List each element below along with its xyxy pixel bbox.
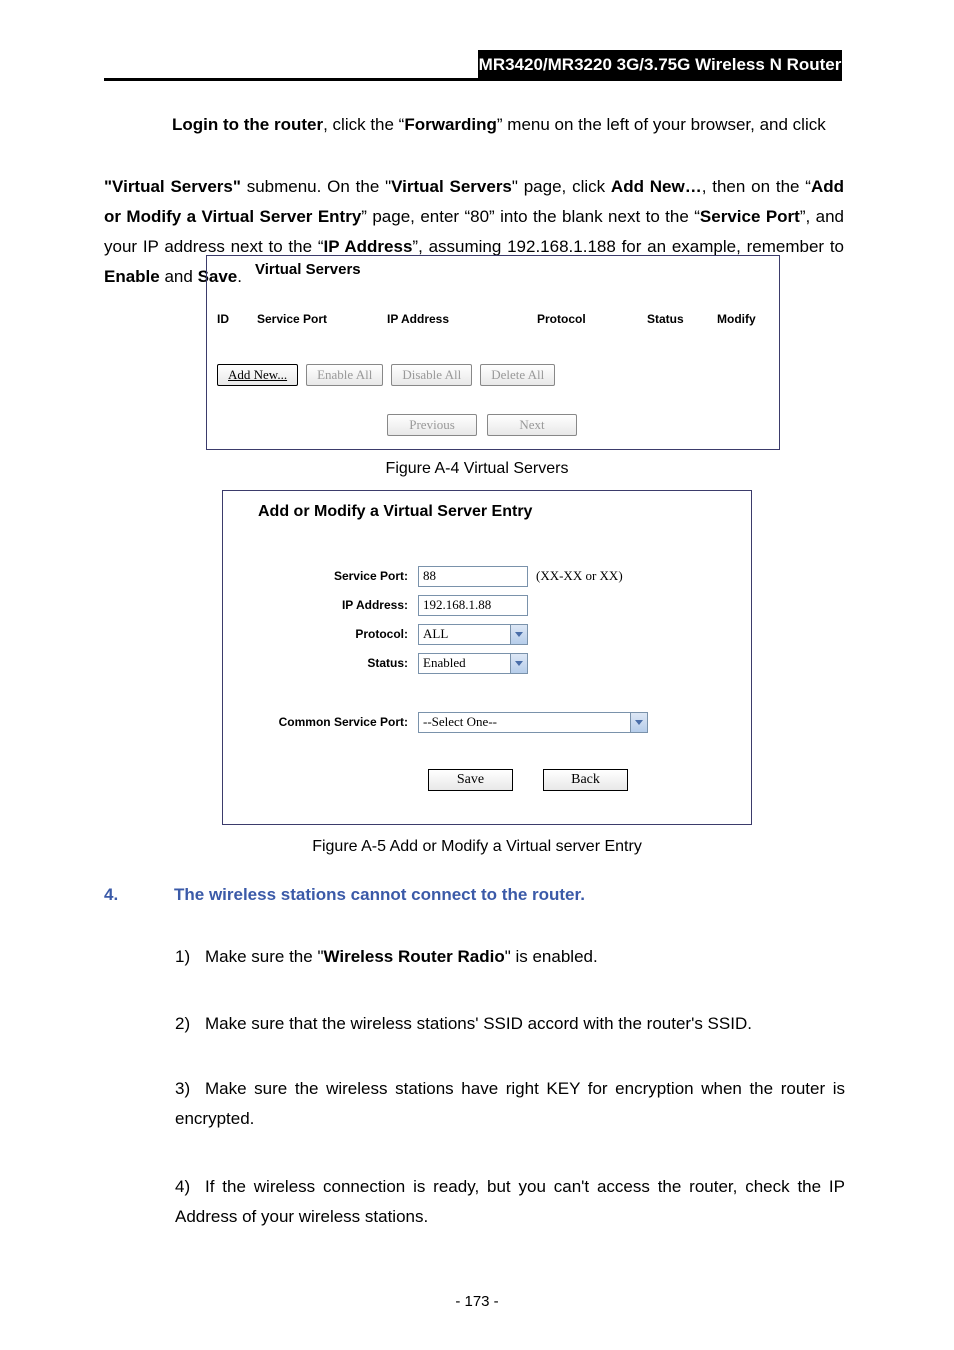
am-title: Add or Modify a Virtual Server Entry bbox=[258, 503, 532, 521]
col-id: ID bbox=[217, 312, 257, 326]
next-button[interactable]: Next bbox=[487, 414, 577, 436]
enable-all-button[interactable]: Enable All bbox=[306, 364, 383, 386]
step-3: 3)Make sure the wireless stations have r… bbox=[175, 1074, 845, 1134]
col-modify: Modify bbox=[717, 312, 767, 326]
service-port-hint: (XX-XX or XX) bbox=[536, 568, 623, 584]
back-button[interactable]: Back bbox=[543, 769, 628, 791]
vs-headers: ID Service Port IP Address Protocol Stat… bbox=[217, 312, 769, 326]
intro-paragraph: Login to the router, click the “Forwardi… bbox=[172, 110, 842, 140]
step-2: 2)Make sure that the wireless stations' … bbox=[175, 1009, 845, 1039]
add-new-button[interactable]: Add New... bbox=[217, 364, 298, 386]
chevron-down-icon bbox=[510, 625, 527, 644]
save-button[interactable]: Save bbox=[428, 769, 513, 791]
col-protocol: Protocol bbox=[537, 312, 647, 326]
ip-address-input[interactable]: 192.168.1.88 bbox=[418, 595, 528, 616]
header-product: MR3420/MR3220 bbox=[479, 55, 612, 75]
col-ip-address: IP Address bbox=[387, 312, 537, 326]
virtual-servers-panel: Virtual Servers ID Service Port IP Addre… bbox=[206, 255, 780, 450]
question-4: 4.The wireless stations cannot connect t… bbox=[104, 880, 840, 910]
previous-button[interactable]: Previous bbox=[387, 414, 477, 436]
status-select[interactable]: Enabled bbox=[418, 653, 528, 674]
page-number: - 173 - bbox=[0, 1293, 954, 1310]
protocol-label: Protocol: bbox=[223, 627, 418, 641]
status-label: Status: bbox=[223, 656, 418, 670]
ip-address-label: IP Address: bbox=[223, 598, 418, 612]
chevron-down-icon bbox=[510, 654, 527, 673]
intro-prefix: Login to the router bbox=[172, 115, 323, 134]
add-modify-panel: Add or Modify a Virtual Server Entry Ser… bbox=[222, 490, 752, 825]
step-4: 4)If the wireless connection is ready, b… bbox=[175, 1172, 845, 1232]
disable-all-button[interactable]: Disable All bbox=[391, 364, 472, 386]
common-service-port-label: Common Service Port: bbox=[223, 715, 418, 729]
header-suffix: 3G/3.75G Wireless N Router bbox=[612, 55, 841, 75]
protocol-select[interactable]: ALL bbox=[418, 624, 528, 645]
header-separator bbox=[104, 78, 842, 81]
service-port-label: Service Port: bbox=[223, 569, 418, 583]
figure-a4-label: Figure A-4 Virtual Servers bbox=[0, 460, 954, 478]
vs-title: Virtual Servers bbox=[255, 261, 361, 278]
col-service-port: Service Port bbox=[257, 312, 387, 326]
figure-a5-label: Figure A-5 Add or Modify a Virtual serve… bbox=[0, 838, 954, 856]
common-service-port-select[interactable]: --Select One-- bbox=[418, 712, 648, 733]
step-1: 1)Make sure the "Wireless Router Radio" … bbox=[175, 942, 845, 972]
delete-all-button[interactable]: Delete All bbox=[480, 364, 555, 386]
service-port-input[interactable]: 88 bbox=[418, 566, 528, 587]
chevron-down-icon bbox=[630, 713, 647, 732]
col-status: Status bbox=[647, 312, 717, 326]
